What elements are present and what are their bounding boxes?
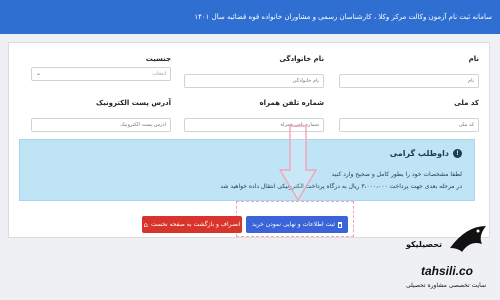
submit-purchase-button[interactable]: ثبت اطلاعات و نهایی نمودن خرید bbox=[246, 216, 348, 233]
site-watermark: تحصیلیکو tahsili.co سایت تخصصی مشاوره تح… bbox=[400, 222, 492, 296]
watermark-domain: tahsili.co bbox=[420, 264, 473, 278]
name-input[interactable] bbox=[339, 74, 479, 88]
email-input[interactable] bbox=[31, 118, 171, 132]
name-field-group: نام bbox=[339, 55, 479, 88]
national-code-input[interactable] bbox=[339, 118, 479, 132]
home-icon: ⌂ bbox=[143, 220, 148, 229]
chevron-down-icon: ⌄ bbox=[36, 70, 42, 77]
cancel-return-button[interactable]: انصراف و بازگشت به صفحه نخست ⌂ bbox=[142, 216, 242, 233]
gender-selected-value: انتخاب bbox=[152, 71, 166, 77]
alert-line-2: در مرحله بعدی جهت پرداخت ۳،۰۰۰،۰۰۰ ریال … bbox=[220, 183, 462, 190]
alert-heading: ! داوطلب گرامی bbox=[390, 149, 462, 158]
page-header: سامانه ثبت نام آزمون وکالت مرکز وکلا ، ک… bbox=[0, 0, 500, 34]
email-field-group: آدرس پست الکترونیک bbox=[31, 99, 171, 132]
email-label: آدرس پست الکترونیک bbox=[95, 99, 171, 107]
submit-button-label: ثبت اطلاعات و نهایی نمودن خرید bbox=[252, 221, 335, 228]
gender-select[interactable]: انتخاب bbox=[31, 67, 171, 81]
annotation-arrow-icon bbox=[279, 125, 317, 201]
family-field-group: نام خانوادگی bbox=[184, 55, 324, 88]
family-label: نام خانوادگی bbox=[279, 55, 324, 63]
mobile-label: شماره تلفن همراه bbox=[259, 99, 325, 107]
family-input[interactable] bbox=[184, 74, 324, 88]
name-label: نام bbox=[468, 55, 479, 63]
watermark-brand-fa: تحصیلیکو bbox=[405, 240, 443, 249]
national-code-field-group: کد ملی bbox=[339, 99, 479, 132]
bird-logo-icon bbox=[450, 226, 486, 252]
gender-label: جنسیت bbox=[145, 55, 171, 63]
alert-line-1: لطفا مشخصات خود را بطور کامل و صحیح وارد… bbox=[331, 171, 462, 178]
gender-field-group: جنسیت انتخاب ⌄ bbox=[31, 55, 171, 81]
alert-title: داوطلب گرامی bbox=[389, 149, 449, 158]
national-code-label: کد ملی bbox=[454, 99, 479, 107]
card-icon bbox=[337, 221, 342, 228]
back-button-label: انصراف و بازگشت به صفحه نخست bbox=[150, 221, 241, 228]
info-alert: ! داوطلب گرامی لطفا مشخصات خود را بطور ک… bbox=[19, 139, 475, 201]
info-icon: ! bbox=[453, 149, 462, 158]
watermark-tagline: سایت تخصصی مشاوره تحصیلی bbox=[406, 282, 486, 289]
page-title: سامانه ثبت نام آزمون وکالت مرکز وکلا ، ک… bbox=[194, 13, 492, 21]
